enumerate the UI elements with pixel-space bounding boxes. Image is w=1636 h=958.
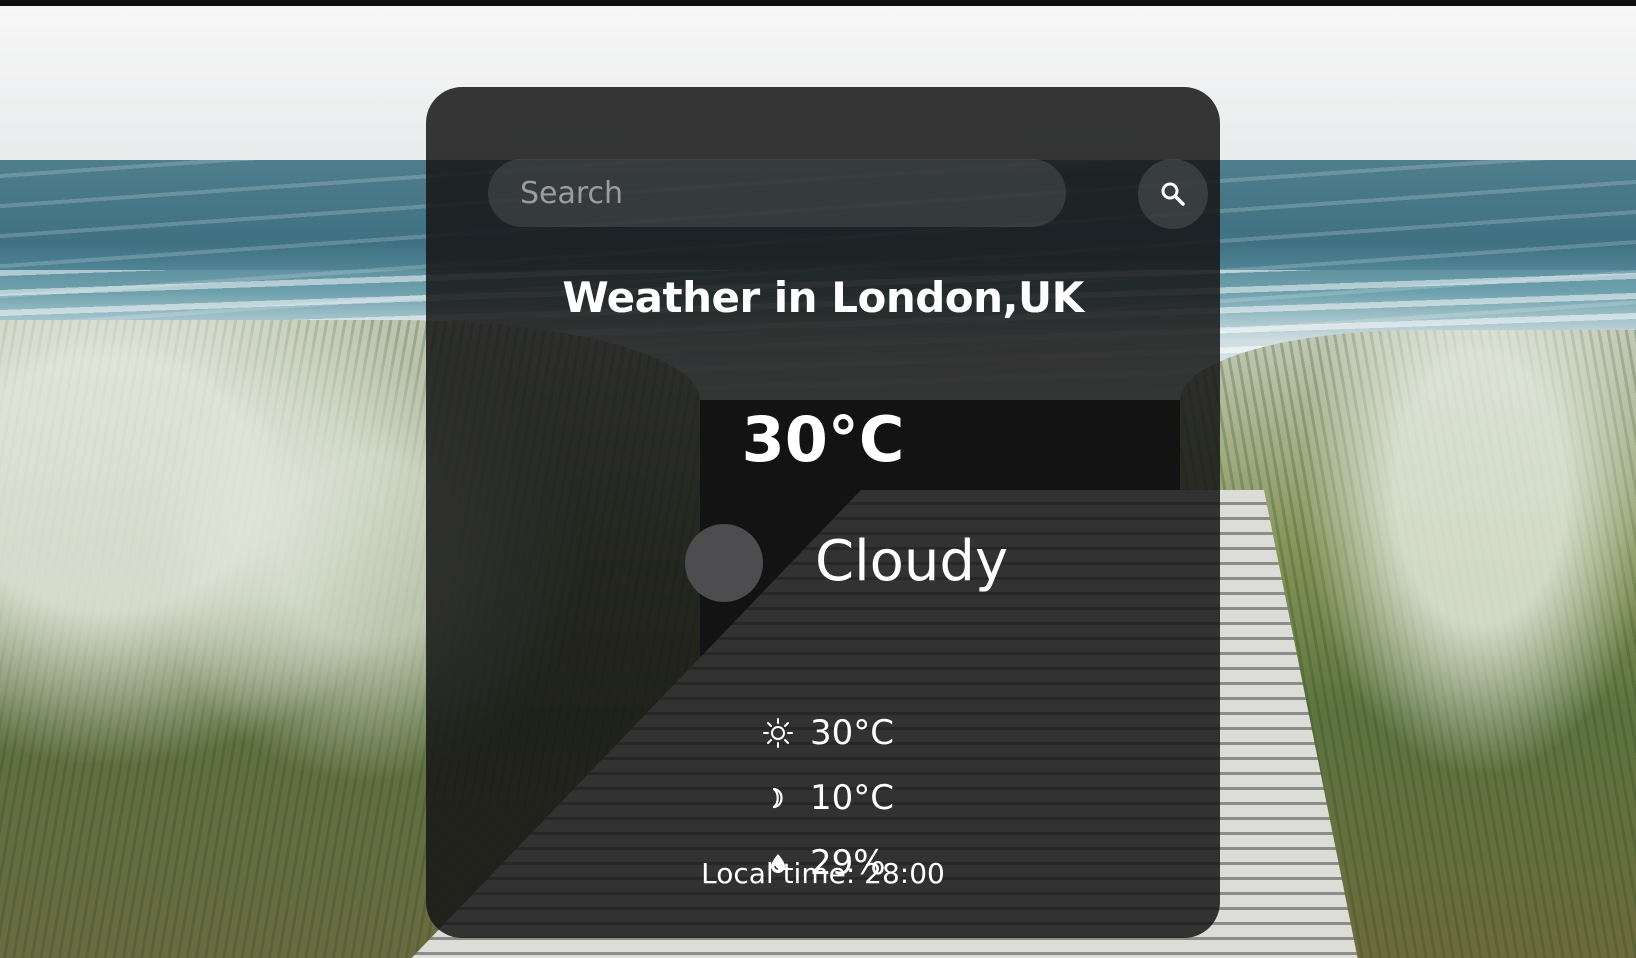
condition-row: Cloudy: [685, 524, 1105, 604]
high-temperature-row: 30°C: [762, 711, 1022, 755]
search-bar: [488, 159, 1208, 231]
low-temperature-row: 10°C: [762, 776, 1022, 820]
location-title: Weather in London,UK: [562, 273, 1084, 322]
condition-label: Cloudy: [815, 529, 1009, 594]
sun-icon: [762, 717, 794, 749]
low-temperature-value: 10°C: [810, 778, 895, 818]
high-temperature-value: 30°C: [810, 713, 895, 753]
top-border: [0, 0, 1636, 6]
cloud-placeholder-icon: [685, 524, 763, 602]
search-icon: [1161, 182, 1185, 206]
local-time: Local time: 28:00: [701, 857, 945, 890]
moon-icon: [762, 782, 794, 814]
search-button[interactable]: [1138, 159, 1208, 229]
current-temperature: 30°C: [741, 403, 905, 476]
search-input[interactable]: [488, 159, 1066, 227]
weather-card: Weather in London,UK 30°C Cloudy 3: [426, 87, 1220, 938]
